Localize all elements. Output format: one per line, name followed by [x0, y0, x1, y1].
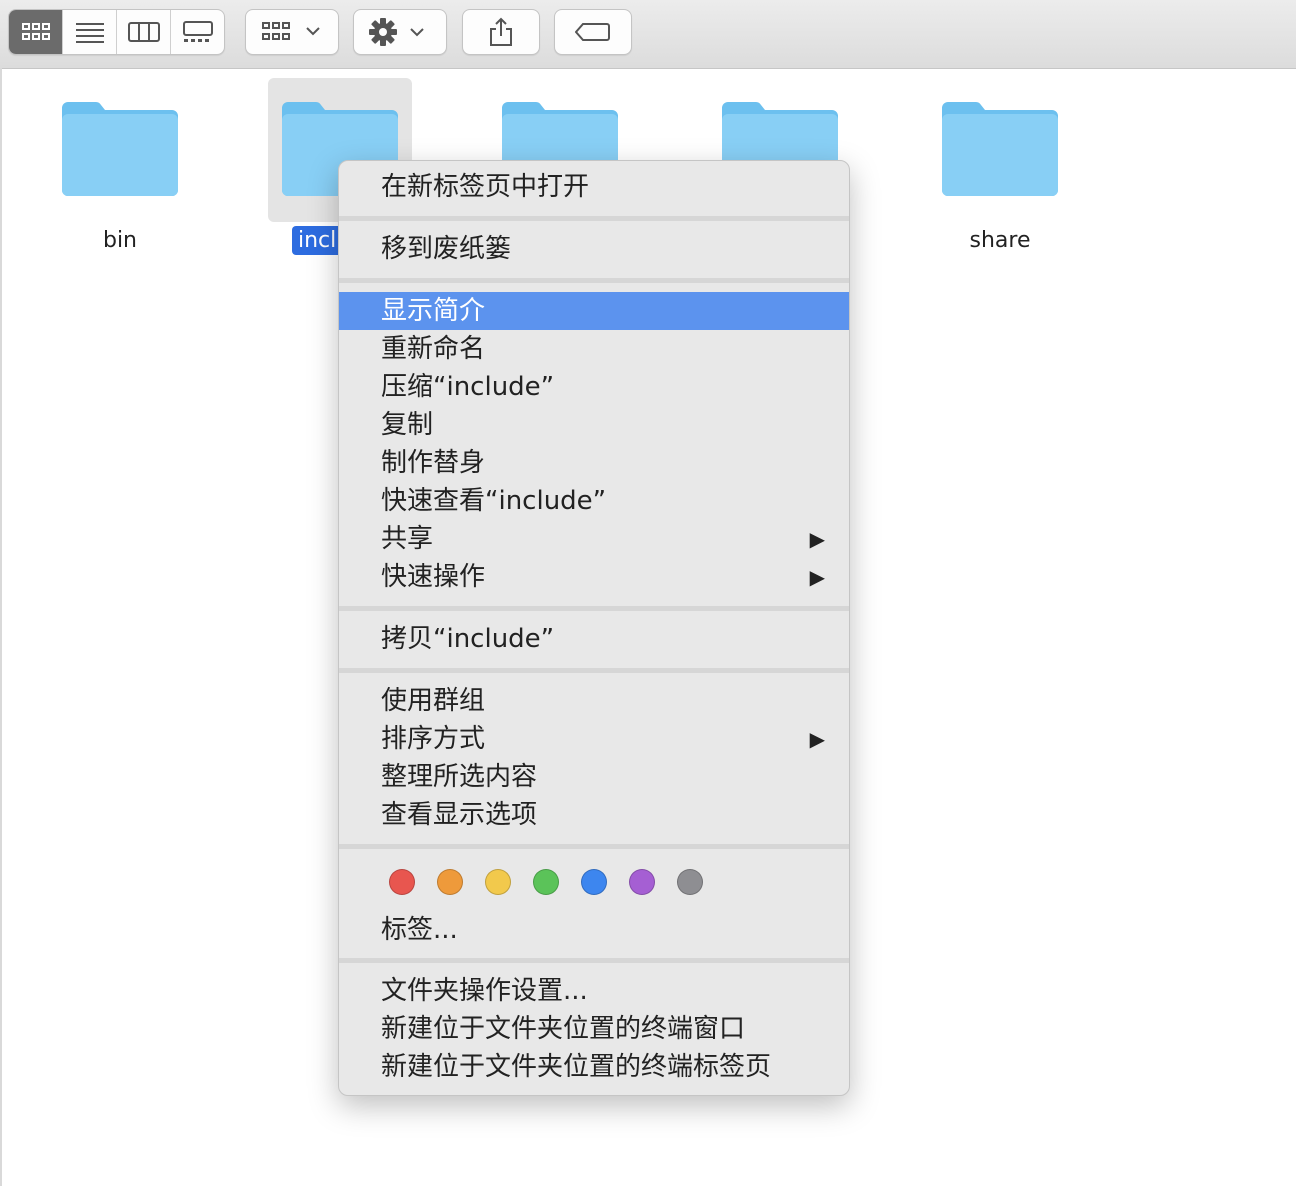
list-view-button[interactable]	[63, 10, 117, 54]
menu-item-label: 排序方式	[381, 724, 486, 754]
gallery-icon	[182, 21, 213, 42]
menu-item-label: 新建位于文件夹位置的终端窗口	[381, 1014, 746, 1044]
context-menu: 在新标签页中打开 移到废纸篓 显示简介 重新命名 压缩“include” 复制 …	[338, 160, 850, 1096]
menu-separator	[339, 844, 849, 849]
submenu-arrow-icon: ▶	[809, 527, 825, 551]
menu-item-make-alias[interactable]: 制作替身	[339, 444, 849, 482]
menu-item-quick-actions[interactable]: 快速操作 ▶	[339, 558, 849, 596]
grid-dropdown-icon	[262, 22, 320, 40]
menu-separator	[339, 216, 849, 221]
tag-color-blue[interactable]	[581, 869, 607, 895]
menu-item-show-view-options[interactable]: 查看显示选项	[339, 796, 849, 834]
menu-item-label: 显示简介	[381, 296, 486, 326]
icon-view-button[interactable]	[9, 10, 63, 54]
menu-item-open-in-new-tab[interactable]: 在新标签页中打开	[339, 168, 849, 206]
menu-separator	[339, 278, 849, 283]
menu-item-share[interactable]: 共享 ▶	[339, 520, 849, 558]
tag-color-green[interactable]	[533, 869, 559, 895]
menu-item-compress[interactable]: 压缩“include”	[339, 368, 849, 406]
tag-color-purple[interactable]	[629, 869, 655, 895]
submenu-arrow-icon: ▶	[809, 727, 825, 751]
column-view-button[interactable]	[117, 10, 171, 54]
menu-item-new-terminal-tab-at-folder[interactable]: 新建位于文件夹位置的终端标签页	[339, 1048, 849, 1086]
menu-item-use-groups[interactable]: 使用群组	[339, 682, 849, 720]
grid-icon	[21, 23, 50, 40]
gear-icon	[369, 18, 424, 46]
folder-icon	[942, 102, 1058, 196]
submenu-arrow-icon: ▶	[809, 565, 825, 589]
menu-item-label: 文件夹操作设置...	[381, 976, 588, 1006]
group-by-dropdown[interactable]	[245, 9, 339, 55]
menu-item-sort-by[interactable]: 排序方式 ▶	[339, 720, 849, 758]
menu-item-label: 快速查看“include”	[381, 486, 607, 516]
menu-item-label: 制作替身	[381, 448, 486, 478]
menu-item-folder-actions-setup[interactable]: 文件夹操作设置...	[339, 972, 849, 1010]
menu-item-label: 使用群组	[381, 686, 486, 716]
gallery-view-button[interactable]	[171, 10, 224, 54]
menu-item-label: 移到废纸篓	[381, 234, 512, 264]
tag-color-yellow[interactable]	[485, 869, 511, 895]
columns-icon	[127, 22, 160, 42]
menu-item-label: 共享	[381, 524, 434, 554]
folder-icon	[62, 102, 178, 196]
menu-item-label: 复制	[381, 410, 434, 440]
view-mode-segmented-control	[8, 9, 225, 55]
menu-item-label: 压缩“include”	[381, 372, 555, 402]
list-icon	[75, 23, 104, 43]
menu-item-quick-look[interactable]: 快速查看“include”	[339, 482, 849, 520]
tag-color-orange[interactable]	[437, 869, 463, 895]
menu-item-new-terminal-at-folder[interactable]: 新建位于文件夹位置的终端窗口	[339, 1010, 849, 1048]
menu-separator	[339, 668, 849, 673]
menu-item-label: 拷贝“include”	[381, 624, 555, 654]
menu-item-label: 快速操作	[381, 562, 486, 592]
menu-item-label: 新建位于文件夹位置的终端标签页	[381, 1052, 772, 1082]
tag-icon	[575, 23, 610, 41]
tag-color-red[interactable]	[389, 869, 415, 895]
action-menu-button[interactable]	[353, 9, 447, 55]
menu-item-clean-up-selection[interactable]: 整理所选内容	[339, 758, 849, 796]
folder-item[interactable]: share	[928, 78, 1072, 278]
menu-separator	[339, 958, 849, 963]
menu-item-rename[interactable]: 重新命名	[339, 330, 849, 368]
tag-color-gray[interactable]	[677, 869, 703, 895]
menu-item-label: 标签...	[381, 915, 458, 945]
menu-item-copy[interactable]: 拷贝“include”	[339, 620, 849, 658]
menu-separator	[339, 606, 849, 611]
menu-item-duplicate[interactable]: 复制	[339, 406, 849, 444]
folder-label: share	[969, 228, 1031, 253]
finder-toolbar	[0, 0, 1296, 69]
menu-item-label: 重新命名	[381, 334, 486, 364]
menu-item-move-to-trash[interactable]: 移到废纸篓	[339, 230, 849, 268]
folder-label: bin	[102, 228, 138, 253]
share-button[interactable]	[462, 9, 540, 55]
folder-item[interactable]: bin	[48, 78, 192, 278]
share-icon	[490, 17, 512, 46]
menu-item-label: 查看显示选项	[381, 800, 538, 830]
menu-item-label: 整理所选内容	[381, 762, 538, 792]
menu-item-get-info[interactable]: 显示简介	[339, 292, 849, 330]
menu-item-label: 在新标签页中打开	[381, 172, 590, 202]
menu-item-tags[interactable]: 标签...	[339, 911, 849, 949]
window-left-edge	[0, 68, 2, 1186]
tags-button[interactable]	[554, 9, 632, 55]
